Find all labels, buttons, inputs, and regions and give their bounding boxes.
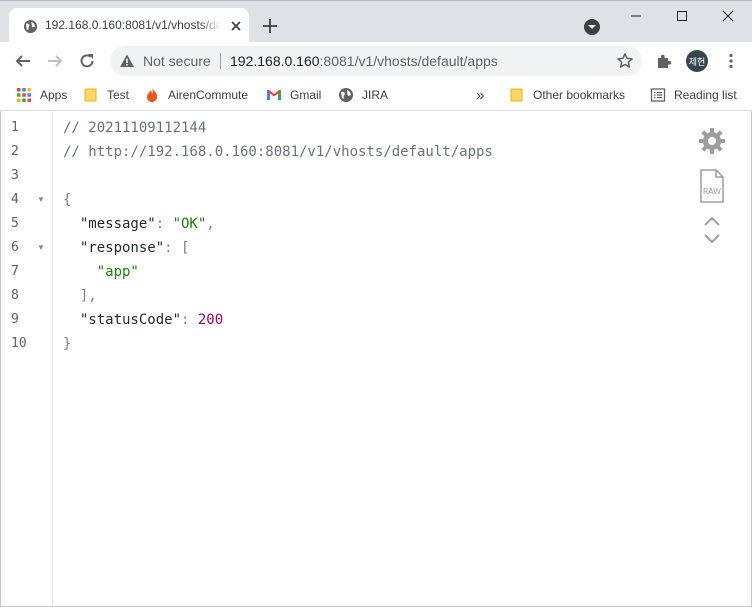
globe-icon (23, 19, 38, 34)
bookmark-label: Test (107, 88, 130, 102)
json-line-response: "response": [ (79, 240, 190, 256)
maximize-button[interactable] (659, 1, 705, 31)
other-bookmarks-label: Other bookmarks (533, 88, 626, 102)
url-comment: // http://192.168.0.160:8081/v1/vhosts/d… (63, 144, 493, 160)
back-arrow-icon (15, 55, 30, 67)
json-key: "response" (79, 240, 165, 256)
line-number: 5 (11, 216, 19, 231)
raw-file-icon: RAW (700, 169, 724, 203)
line-number: 2 (11, 144, 19, 159)
line-number: 1 (11, 120, 19, 135)
reload-button[interactable] (76, 50, 98, 72)
gear-icon (699, 128, 725, 154)
close-window-icon (722, 10, 734, 22)
json-open-brace: { (63, 192, 72, 208)
reading-list-icon (650, 88, 666, 102)
url-host: 192.168.0.160 (230, 53, 320, 69)
json-line-array-item: "app" (63, 260, 493, 284)
folder-icon (510, 88, 523, 102)
security-status-label[interactable]: Not secure (143, 53, 211, 69)
json-viewer: 1 2 3 4 5 6 7 8 9 10 ▼ ▼ // 202111091121… (0, 111, 752, 607)
reading-list[interactable]: Reading list (650, 84, 737, 106)
json-code: // 20211109112144 // http://192.168.0.16… (63, 116, 493, 356)
line-number: 10 (11, 336, 27, 351)
timestamp-comment: // 20211109112144 (63, 120, 207, 136)
menu-button[interactable] (720, 50, 742, 72)
gmail-icon (267, 90, 281, 100)
tab-search-icon[interactable] (581, 16, 603, 38)
json-array-close: ], (63, 288, 97, 304)
line-number: 9 (11, 312, 19, 327)
line-number: 4 (11, 192, 19, 207)
reading-list-label: Reading list (674, 88, 737, 102)
minimize-icon (631, 15, 641, 17)
bookmarks-bar: Apps Test AirenCommute Gmail JIRA » Othe… (0, 80, 752, 111)
minimize-button[interactable] (613, 1, 659, 31)
bookmark-label: Gmail (290, 88, 322, 102)
forward-arrow-icon (48, 55, 63, 67)
bookmark-test[interactable]: Test (83, 84, 129, 106)
fold-toggle-icon[interactable]: ▼ (37, 236, 45, 260)
line-number: 3 (11, 168, 19, 183)
bookmark-label: JIRA (362, 88, 389, 102)
url-text[interactable]: 192.168.0.160:8081/v1/vhosts/default/app… (230, 53, 498, 69)
profile-avatar[interactable]: 제헌 (686, 50, 708, 72)
forward-button[interactable] (44, 50, 66, 72)
tab-title: 192.168.0.160:8081/v1/vhosts/default/app… (45, 18, 221, 32)
extensions-button[interactable] (653, 50, 675, 72)
omnibox-divider (220, 53, 221, 69)
raw-label: RAW (703, 187, 721, 196)
puzzle-piece-icon (658, 54, 672, 68)
flame-icon (147, 88, 158, 102)
settings-button[interactable] (697, 127, 727, 155)
kebab-menu-icon (729, 53, 733, 69)
json-key: "statusCode" (79, 312, 182, 328)
line-number: 7 (11, 264, 19, 279)
json-number-value: 200 (197, 312, 224, 328)
other-bookmarks[interactable]: Other bookmarks (509, 84, 625, 106)
maximize-icon (677, 11, 687, 21)
new-tab-icon[interactable] (259, 15, 281, 37)
folder-icon (84, 88, 97, 102)
bookmark-jira[interactable]: JIRA (338, 84, 388, 106)
reload-icon (80, 54, 94, 68)
line-number-gutter: 1 2 3 4 5 6 7 8 9 10 ▼ ▼ (1, 111, 53, 606)
active-tab[interactable]: 192.168.0.160:8081/v1/vhosts/default/app… (9, 8, 249, 44)
collapse-all-button[interactable] (697, 215, 727, 227)
close-tab-icon[interactable] (228, 18, 244, 34)
warning-triangle-icon[interactable] (119, 53, 135, 69)
bookmark-airencommute[interactable]: AirenCommute (144, 84, 248, 106)
close-window-button[interactable] (705, 1, 751, 31)
globe-icon (339, 88, 353, 102)
fold-toggle-icon[interactable]: ▼ (37, 188, 45, 212)
expand-all-button[interactable] (697, 233, 727, 245)
json-close-brace: } (63, 336, 72, 352)
address-bar[interactable]: Not secure 192.168.0.160:8081/v1/vhosts/… (110, 46, 642, 76)
json-string-value: "app" (96, 264, 139, 280)
apps-grid-icon (17, 88, 31, 102)
chevron-down-icon (704, 234, 720, 244)
bookmark-gmail[interactable]: Gmail (266, 84, 321, 106)
raw-view-button[interactable]: RAW (697, 169, 727, 203)
json-key: "message" (79, 216, 156, 232)
tab-strip: 192.168.0.160:8081/v1/vhosts/default/app… (0, 0, 752, 44)
bookmark-apps[interactable]: Apps (16, 84, 67, 106)
line-number: 8 (11, 288, 19, 303)
json-line-status: "statusCode": 200 (79, 312, 224, 328)
bookmark-label: Apps (40, 88, 68, 102)
toolbar: Not secure 192.168.0.160:8081/v1/vhosts/… (0, 42, 752, 80)
chevron-up-icon (704, 216, 720, 226)
bookmark-label: AirenCommute (168, 88, 249, 102)
bookmark-star-icon[interactable] (616, 52, 634, 70)
line-number: 6 (11, 240, 19, 255)
json-string-value: "OK" (172, 216, 207, 232)
json-line-message: "message": "OK", (79, 216, 215, 232)
bookmarks-overflow-button[interactable]: » (476, 84, 484, 106)
url-path: :8081/v1/vhosts/default/apps (319, 53, 498, 69)
back-button[interactable] (12, 50, 34, 72)
